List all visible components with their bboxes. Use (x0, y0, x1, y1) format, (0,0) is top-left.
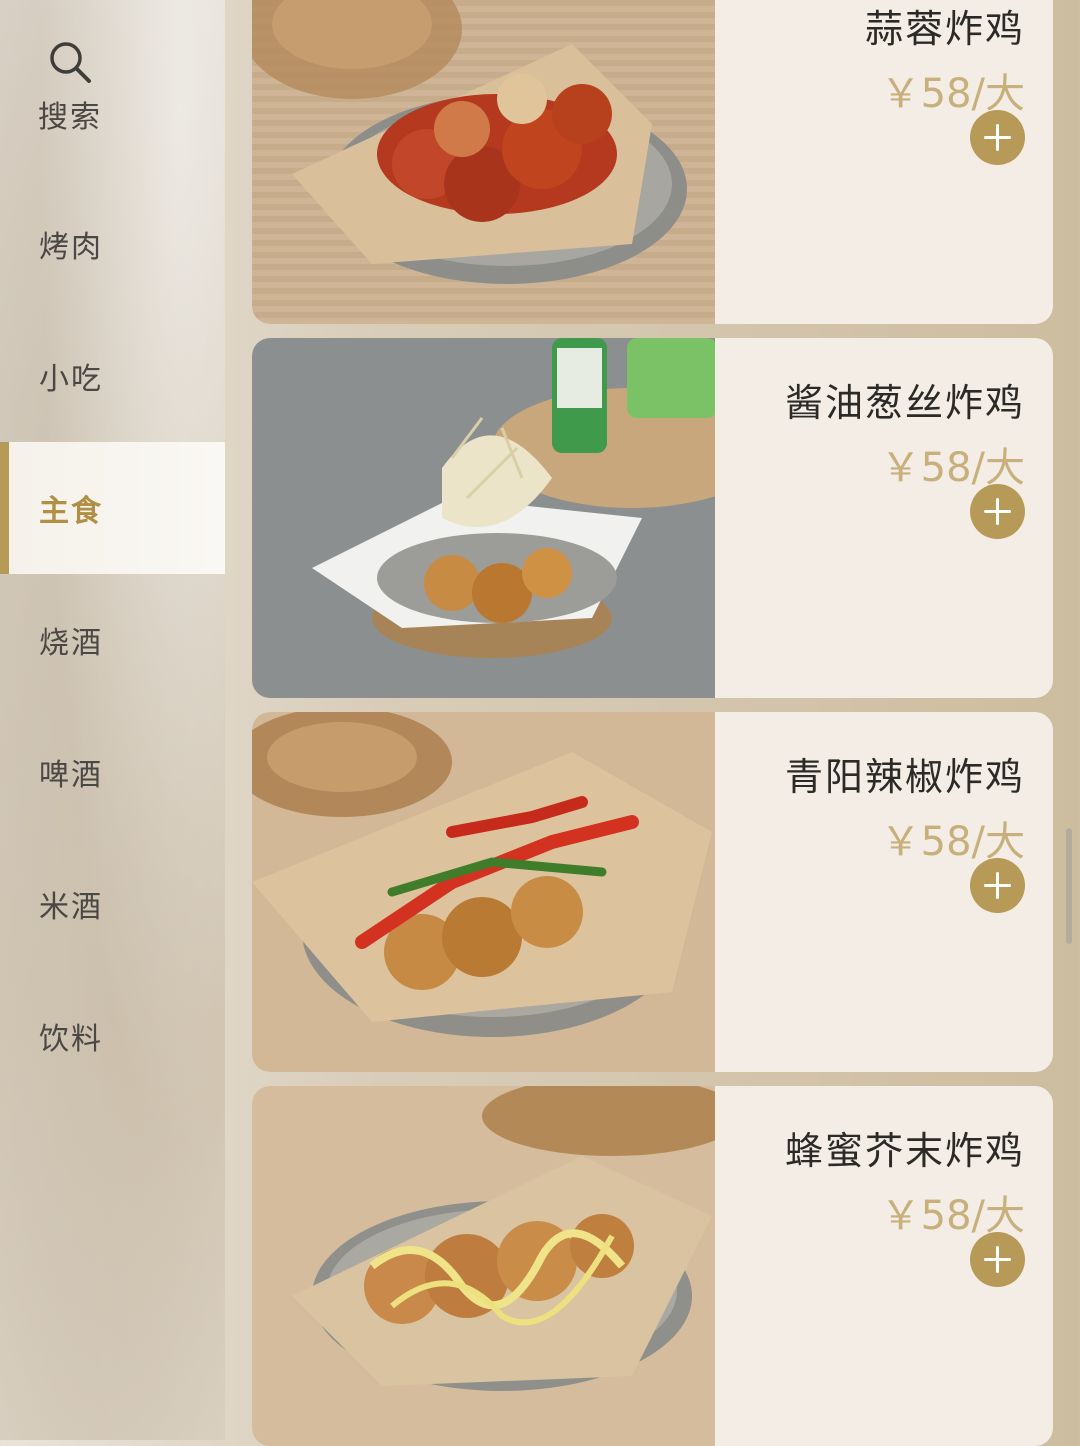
scrollbar[interactable] (1066, 828, 1072, 944)
dish-info: 蒜蓉炸鸡 ￥58/大 (705, 0, 1025, 165)
add-to-cart-button[interactable] (970, 858, 1025, 913)
search-button[interactable]: 搜索 (0, 30, 140, 140)
sidebar-item-label: 米酒 (39, 890, 103, 925)
sidebar-item-bbq[interactable]: 烤肉 (0, 178, 225, 310)
dish-price: ￥58/大 (880, 71, 1025, 117)
sidebar-item-label: 烧酒 (39, 626, 103, 661)
dish-price: ￥58/大 (880, 445, 1025, 491)
dish-name: 酱油葱丝炸鸡 (784, 381, 1025, 425)
sidebar-item-label: 啤酒 (39, 758, 103, 793)
dish-info: 酱油葱丝炸鸡 ￥58/大 (705, 338, 1025, 539)
dish-price: ￥58/大 (880, 819, 1025, 865)
search-icon (50, 42, 91, 83)
dish-name: 蒜蓉炸鸡 (864, 7, 1025, 51)
dish-info: 蜂蜜芥末炸鸡 ￥58/大 (705, 1086, 1025, 1287)
dish-name: 青阳辣椒炸鸡 (784, 755, 1025, 799)
sidebar-item-soju[interactable]: 烧酒 (0, 574, 225, 706)
sidebar-item-drinks[interactable]: 饮料 (0, 970, 225, 1102)
sidebar-item-label: 主食 (39, 494, 103, 529)
sidebar-item-rice-wine[interactable]: 米酒 (0, 838, 225, 970)
sidebar-item-main-dishes[interactable]: 主食 (0, 442, 225, 574)
dish-price: ￥58/大 (880, 1193, 1025, 1239)
dish-photo (252, 338, 715, 698)
dish-info: 青阳辣椒炸鸡 ￥58/大 (705, 712, 1025, 913)
sidebar-item-beer[interactable]: 啤酒 (0, 706, 225, 838)
sidebar-item-label: 小吃 (39, 362, 103, 397)
add-to-cart-button[interactable] (970, 484, 1025, 539)
menu-item-card[interactable]: 青阳辣椒炸鸡 ￥58/大 (252, 712, 1053, 1072)
category-sidebar: 搜索 烤肉 小吃 主食 烧酒 啤酒 米酒 饮料 (0, 0, 225, 1440)
search-label: 搜索 (38, 100, 102, 135)
menu-list[interactable]: 蒜蓉炸鸡 ￥58/大 酱油葱丝炸鸡 ￥58/大 青阳辣椒炸鸡 ￥58/大 蜂蜜芥… (225, 0, 1080, 1446)
menu-item-card[interactable]: 蒜蓉炸鸡 ￥58/大 (252, 0, 1053, 324)
sidebar-item-label: 烤肉 (39, 230, 103, 265)
dish-name: 蜂蜜芥末炸鸡 (784, 1129, 1025, 1173)
dish-photo (252, 712, 715, 1072)
add-to-cart-button[interactable] (970, 1232, 1025, 1287)
menu-item-card[interactable]: 酱油葱丝炸鸡 ￥58/大 (252, 338, 1053, 698)
dish-photo (252, 1086, 715, 1446)
menu-item-card[interactable]: 蜂蜜芥末炸鸡 ￥58/大 (252, 1086, 1053, 1446)
sidebar-item-snacks[interactable]: 小吃 (0, 310, 225, 442)
active-indicator (0, 442, 9, 574)
sidebar-item-label: 饮料 (39, 1022, 103, 1057)
dish-photo (252, 0, 715, 324)
add-to-cart-button[interactable] (970, 110, 1025, 165)
